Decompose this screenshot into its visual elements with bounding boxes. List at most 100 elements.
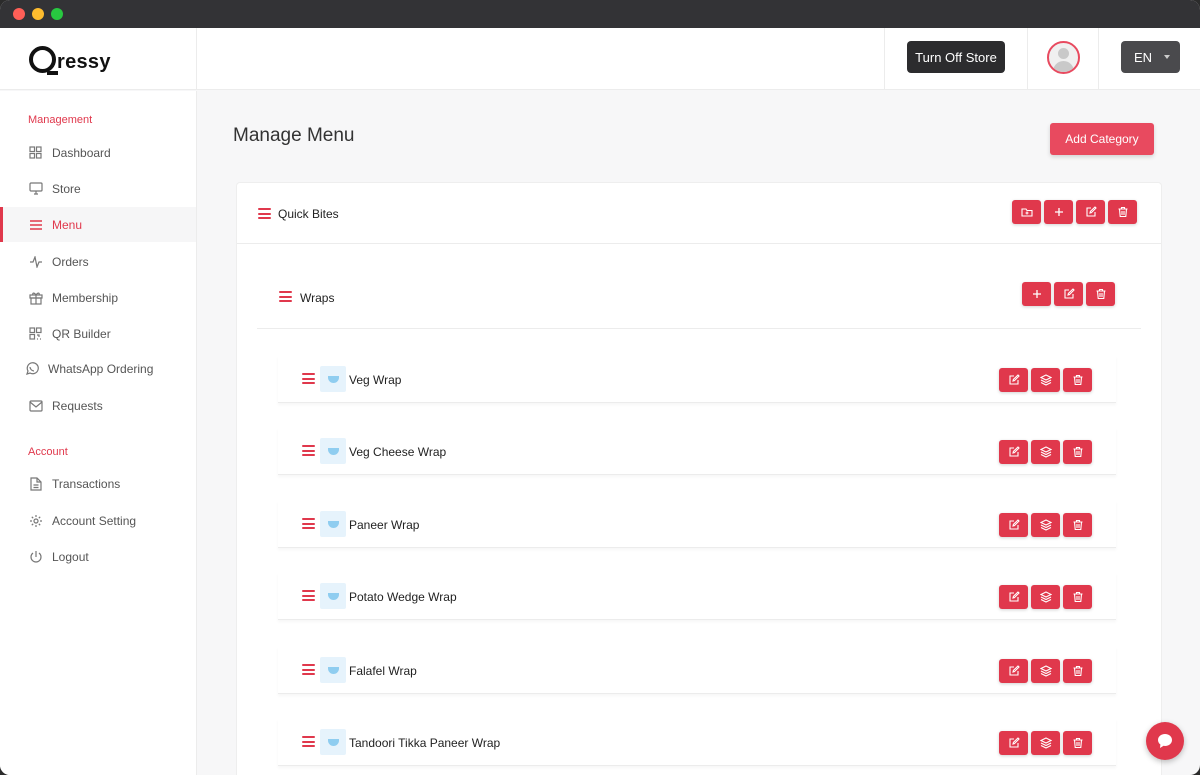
divider bbox=[1098, 28, 1099, 90]
gear-icon bbox=[28, 513, 43, 528]
drag-handle-icon[interactable] bbox=[302, 590, 315, 601]
edit-item-button[interactable] bbox=[999, 731, 1028, 755]
logo-text: ressy bbox=[57, 50, 111, 73]
trash-icon bbox=[1073, 665, 1082, 677]
chevron-down-icon bbox=[1164, 55, 1171, 59]
item-actions bbox=[999, 513, 1092, 537]
delete-category-button[interactable] bbox=[1108, 200, 1137, 224]
edit-icon bbox=[1008, 665, 1020, 676]
edit-icon bbox=[1008, 446, 1020, 457]
item-name: Veg Wrap bbox=[349, 373, 402, 387]
item-name: Paneer Wrap bbox=[349, 518, 420, 532]
item-actions bbox=[999, 731, 1092, 755]
item-actions bbox=[999, 659, 1092, 683]
drag-handle-icon[interactable] bbox=[279, 291, 292, 302]
drag-handle-icon[interactable] bbox=[302, 736, 315, 747]
add-item-button[interactable] bbox=[1022, 282, 1051, 306]
chat-support-button[interactable] bbox=[1146, 722, 1184, 760]
add-subcategory-button[interactable] bbox=[1012, 200, 1041, 224]
sidebar-item-label: Account Setting bbox=[52, 513, 137, 528]
sidebar-item-label: Dashboard bbox=[52, 145, 111, 160]
logo[interactable]: ressy bbox=[0, 28, 197, 90]
delete-item-button[interactable] bbox=[1063, 585, 1092, 609]
delete-item-button[interactable] bbox=[1063, 440, 1092, 464]
menu-card: Quick Bites Wraps Veg Wrap Veg Cheese Wr… bbox=[237, 183, 1161, 775]
maximize-window-button[interactable] bbox=[51, 8, 63, 20]
avatar[interactable] bbox=[1047, 41, 1080, 74]
add-category-button[interactable]: Add Category bbox=[1050, 123, 1154, 155]
trash-icon bbox=[1073, 446, 1082, 458]
folder-plus-icon bbox=[1020, 208, 1033, 217]
close-window-button[interactable] bbox=[13, 8, 25, 20]
sidebar-item-transactions[interactable]: Transactions bbox=[0, 466, 196, 501]
drag-handle-icon[interactable] bbox=[302, 373, 315, 384]
monitor-icon bbox=[28, 181, 43, 196]
sidebar-item-whatsapp-ordering[interactable]: WhatsApp Ordering bbox=[0, 351, 196, 386]
sidebar-item-requests[interactable]: Requests bbox=[0, 388, 196, 423]
delete-item-button[interactable] bbox=[1063, 513, 1092, 537]
edit-icon bbox=[1008, 519, 1020, 530]
edit-item-button[interactable] bbox=[999, 513, 1028, 537]
item-image bbox=[320, 438, 346, 464]
edit-icon bbox=[1008, 591, 1020, 602]
turn-off-store-button[interactable]: Turn Off Store bbox=[907, 41, 1005, 73]
edit-item-button[interactable] bbox=[999, 659, 1028, 683]
delete-item-button[interactable] bbox=[1063, 659, 1092, 683]
variants-button[interactable] bbox=[1031, 368, 1060, 392]
whatsapp-icon bbox=[24, 361, 39, 376]
sidebar-item-logout[interactable]: Logout bbox=[0, 539, 196, 574]
drag-handle-icon[interactable] bbox=[302, 445, 315, 456]
minimize-window-button[interactable] bbox=[32, 8, 44, 20]
window-titlebar bbox=[0, 0, 1200, 28]
drag-handle-icon[interactable] bbox=[302, 518, 315, 529]
layers-icon bbox=[1039, 446, 1052, 458]
sidebar-item-label: QR Builder bbox=[52, 326, 111, 341]
sidebar-item-label: Logout bbox=[52, 549, 89, 564]
variants-button[interactable] bbox=[1031, 731, 1060, 755]
edit-subcategory-button[interactable] bbox=[1054, 282, 1083, 306]
category-name: Quick Bites bbox=[278, 207, 339, 221]
trash-icon bbox=[1073, 737, 1082, 749]
item-actions bbox=[999, 440, 1092, 464]
main-content: Manage Menu Add Category Quick Bites Wra… bbox=[197, 91, 1200, 775]
list-item: Potato Wedge Wrap bbox=[278, 573, 1116, 620]
trash-icon bbox=[1073, 591, 1082, 603]
item-name: Tandoori Tikka Paneer Wrap bbox=[349, 736, 501, 750]
item-image bbox=[320, 657, 346, 683]
variants-button[interactable] bbox=[1031, 585, 1060, 609]
delete-subcategory-button[interactable] bbox=[1086, 282, 1115, 306]
sidebar-item-dashboard[interactable]: Dashboard bbox=[0, 135, 196, 170]
plus-icon bbox=[1054, 208, 1063, 216]
variants-button[interactable] bbox=[1031, 659, 1060, 683]
edit-item-button[interactable] bbox=[999, 440, 1028, 464]
sidebar-item-store[interactable]: Store bbox=[0, 171, 196, 206]
item-name: Falafel Wrap bbox=[349, 664, 417, 678]
trash-icon bbox=[1096, 288, 1105, 300]
language-select[interactable]: EN bbox=[1121, 41, 1180, 73]
delete-item-button[interactable] bbox=[1063, 731, 1092, 755]
item-actions bbox=[999, 368, 1092, 392]
drag-handle-icon[interactable] bbox=[302, 664, 315, 675]
edit-item-button[interactable] bbox=[999, 585, 1028, 609]
sidebar-item-account-setting[interactable]: Account Setting bbox=[0, 503, 196, 538]
sidebar-item-menu[interactable]: Menu bbox=[0, 207, 196, 242]
edit-icon bbox=[1063, 288, 1075, 299]
delete-item-button[interactable] bbox=[1063, 368, 1092, 392]
sidebar-item-label: WhatsApp Ordering bbox=[48, 361, 154, 376]
drag-handle-icon[interactable] bbox=[258, 208, 271, 219]
sidebar-item-membership[interactable]: Membership bbox=[0, 280, 196, 315]
sidebar-item-orders[interactable]: Orders bbox=[0, 244, 196, 279]
top-bar: ressy Turn Off Store EN bbox=[0, 28, 1200, 90]
sidebar-heading-account: Account bbox=[28, 446, 68, 458]
list-item: Falafel Wrap bbox=[278, 647, 1116, 694]
sidebar-item-qr-builder[interactable]: QR Builder bbox=[0, 316, 196, 351]
add-item-button[interactable] bbox=[1044, 200, 1073, 224]
sidebar-item-label: Membership bbox=[52, 290, 119, 305]
logo-mark-icon bbox=[29, 45, 56, 73]
edit-item-button[interactable] bbox=[999, 368, 1028, 392]
list-item: Paneer Wrap bbox=[278, 501, 1116, 548]
variants-button[interactable] bbox=[1031, 513, 1060, 537]
edit-category-button[interactable] bbox=[1076, 200, 1105, 224]
plus-icon bbox=[1032, 290, 1041, 298]
variants-button[interactable] bbox=[1031, 440, 1060, 464]
